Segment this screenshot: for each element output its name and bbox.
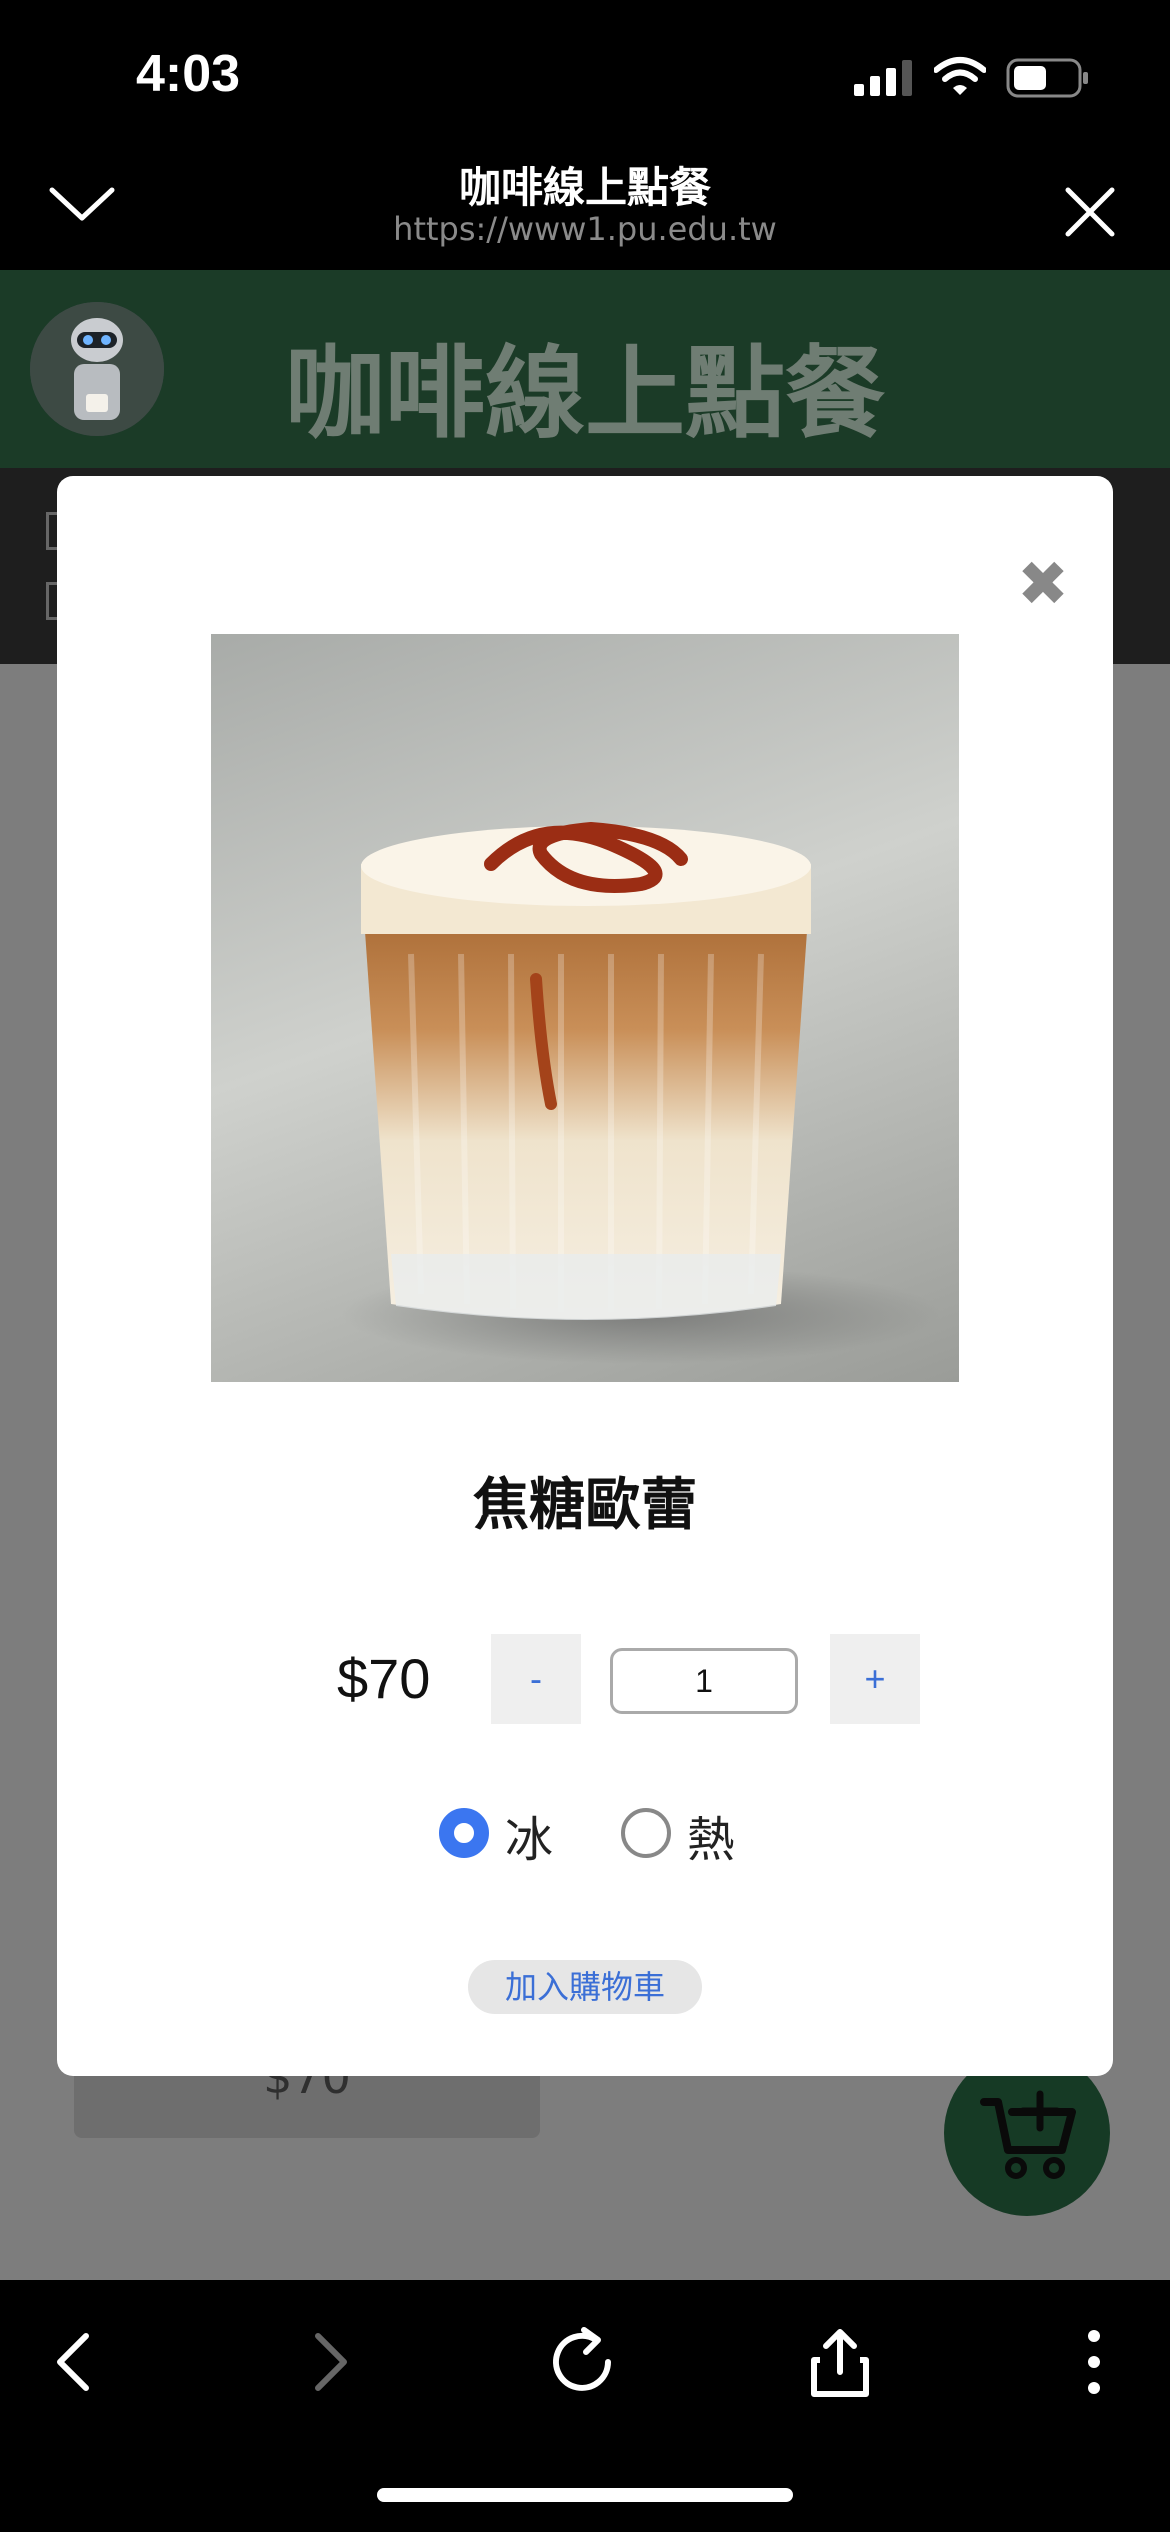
site-title: 咖啡線上點餐 — [285, 335, 885, 452]
radio-hot-label[interactable]: 熱 — [687, 1800, 735, 1870]
radio-ice-label[interactable]: 冰 — [505, 1800, 553, 1870]
more-icon[interactable] — [1056, 2324, 1132, 2400]
forward-icon[interactable] — [290, 2324, 366, 2400]
home-indicator[interactable] — [377, 2488, 793, 2502]
product-image — [211, 634, 959, 1382]
reload-icon[interactable] — [546, 2324, 622, 2400]
status-time: 4:03 — [136, 45, 241, 103]
browser-url: https://www1.pu.edu.tw — [393, 210, 777, 248]
browser-top-bar: 咖啡線上點餐 https://www1.pu.edu.tw — [0, 140, 1170, 270]
site-header: 咖啡線上點餐 — [0, 270, 1170, 468]
quantity-input[interactable] — [610, 1648, 798, 1714]
radio-ice[interactable] — [439, 1808, 489, 1858]
back-icon[interactable] — [38, 2324, 114, 2400]
cellular-signal-icon — [854, 60, 912, 96]
battery-icon — [1006, 58, 1088, 98]
close-icon[interactable] — [1054, 176, 1126, 248]
add-to-cart-button[interactable]: 加入購物車 — [468, 1960, 702, 2014]
browser-page-title: 咖啡線上點餐 — [458, 163, 711, 212]
product-name: 焦糖歐蕾 — [473, 1473, 697, 1538]
modal-close-button[interactable]: ✖ — [1015, 553, 1071, 615]
product-price: $70 — [337, 1647, 431, 1710]
quantity-decrease-button[interactable]: - — [491, 1634, 581, 1724]
radio-hot[interactable] — [621, 1808, 671, 1858]
quantity-increase-button[interactable]: + — [830, 1634, 920, 1724]
status-bar: 4:03 — [0, 0, 1170, 140]
product-modal: ✖ 焦糖歐蕾 $70 - 1 + 冰 熱 加入購物車 — [57, 476, 1113, 2076]
share-icon[interactable] — [802, 2324, 878, 2400]
temperature-radio-group: 冰 熱 — [57, 1796, 1113, 1868]
wifi-icon — [934, 57, 986, 95]
